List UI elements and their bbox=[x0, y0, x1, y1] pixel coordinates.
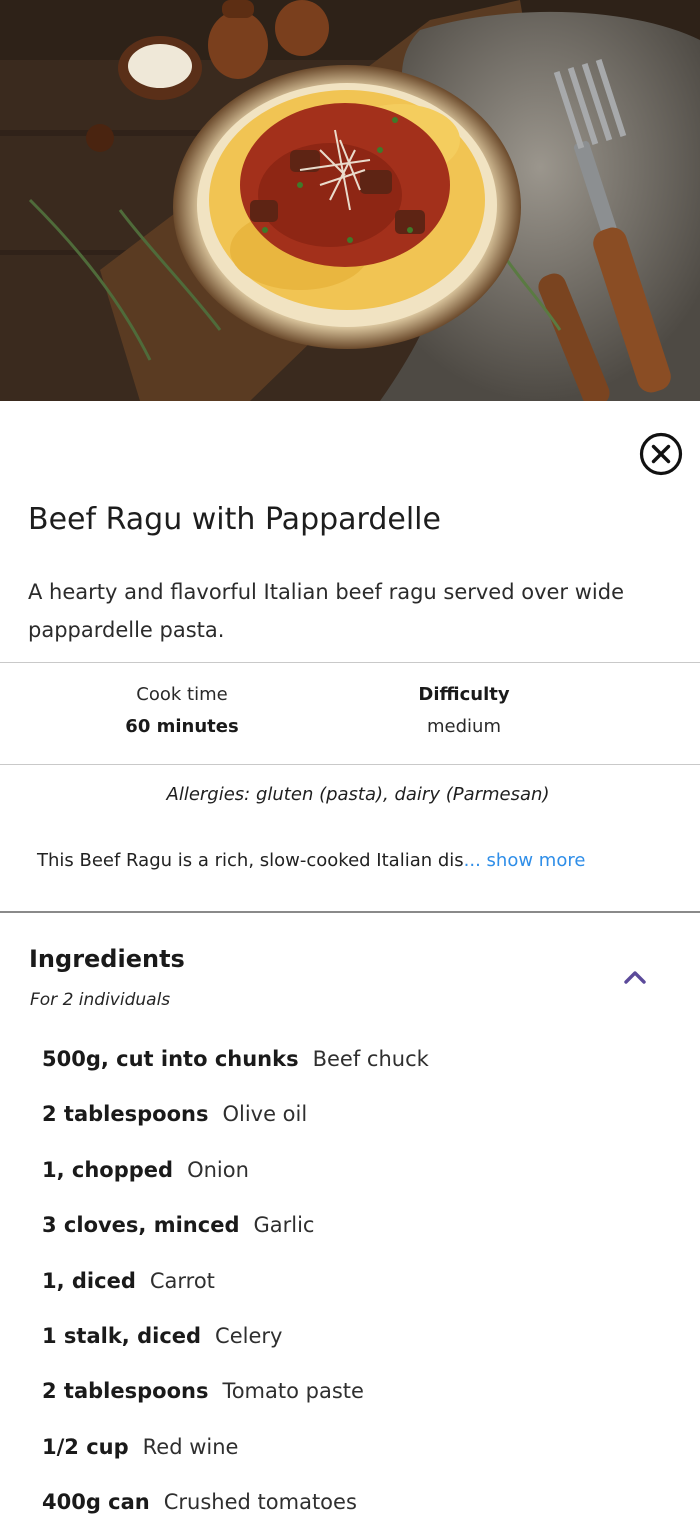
recipe-description: A hearty and flavorful Italian beef ragu… bbox=[28, 580, 624, 642]
ingredient-quantity: 1, chopped bbox=[42, 1157, 174, 1182]
ingredient-item: 500g, cut into chunks Beef chuck bbox=[42, 1032, 429, 1087]
ingredient-quantity: 400g can bbox=[42, 1490, 150, 1515]
ingredient-name: Garlic bbox=[253, 1213, 315, 1238]
difficulty-block: Difficulty medium bbox=[364, 679, 564, 743]
ingredient-name: Carrot bbox=[149, 1268, 215, 1293]
cook-time-label: Cook time bbox=[136, 684, 228, 705]
ingredient-item: 1 stalk, diced Celery bbox=[42, 1309, 429, 1364]
recipe-title: Beef Ragu with Pappardelle bbox=[28, 502, 441, 537]
ingredient-name: Tomato paste bbox=[222, 1379, 364, 1404]
summary-text: This Beef Ragu is a rich, slow-cooked It… bbox=[37, 850, 464, 871]
ingredient-name: Olive oil bbox=[222, 1102, 308, 1127]
ingredient-name: Celery bbox=[215, 1323, 283, 1348]
ingredient-name: Red wine bbox=[142, 1434, 239, 1459]
divider bbox=[0, 764, 700, 765]
difficulty-value: medium bbox=[427, 716, 501, 737]
cook-time-block: Cook time 60 minutes bbox=[82, 679, 282, 743]
recipe-hero-image bbox=[0, 0, 700, 401]
ingredient-item: 1, diced Carrot bbox=[42, 1254, 429, 1309]
divider bbox=[0, 662, 700, 663]
ingredient-quantity: 500g, cut into chunks bbox=[42, 1047, 299, 1071]
recipe-summary: This Beef Ragu is a rich, slow-cooked It… bbox=[37, 846, 585, 876]
ingredient-item: 2 tablespoons Tomato paste bbox=[42, 1364, 429, 1419]
serving-note: For 2 individuals bbox=[30, 990, 171, 1010]
allergies-note: Allergies: gluten (pasta), dairy (Parmes… bbox=[166, 784, 550, 805]
ingredient-quantity: 1, diced bbox=[42, 1268, 136, 1293]
collapse-ingredients-button[interactable] bbox=[618, 960, 652, 994]
ingredient-quantity: 3 cloves, minced bbox=[42, 1213, 240, 1238]
ingredients-list: 500g, cut into chunks Beef chuck 2 tables… bbox=[42, 1032, 429, 1531]
difficulty-label: Difficulty bbox=[418, 684, 510, 705]
ingredients-heading: Ingredients bbox=[29, 945, 185, 973]
chevron-up-icon bbox=[624, 971, 646, 984]
ingredient-quantity: 1/2 cup bbox=[42, 1434, 129, 1459]
cook-time-value: 60 minutes bbox=[125, 716, 239, 737]
ingredient-item: 1/2 cup Red wine bbox=[42, 1420, 429, 1475]
ingredient-name: Beef chuck bbox=[312, 1047, 429, 1071]
ingredient-quantity: 2 tablespoons bbox=[42, 1102, 209, 1127]
close-circle-icon bbox=[639, 432, 683, 476]
ingredient-item: 2 tablespoons Olive oil bbox=[42, 1087, 429, 1142]
ingredient-quantity: 1 stalk, diced bbox=[42, 1323, 202, 1348]
section-divider bbox=[0, 911, 700, 913]
close-button[interactable] bbox=[639, 432, 683, 476]
ingredient-item: 1, chopped Onion bbox=[42, 1143, 429, 1198]
ingredient-quantity: 2 tablespoons bbox=[42, 1379, 209, 1404]
ingredient-item: 3 cloves, minced Garlic bbox=[42, 1198, 429, 1253]
ingredient-item: 400g can Crushed tomatoes bbox=[42, 1475, 429, 1530]
ingredient-name: Crushed tomatoes bbox=[163, 1490, 357, 1515]
ingredient-name: Onion bbox=[187, 1157, 249, 1182]
show-more-link[interactable]: ... show more bbox=[464, 850, 586, 871]
